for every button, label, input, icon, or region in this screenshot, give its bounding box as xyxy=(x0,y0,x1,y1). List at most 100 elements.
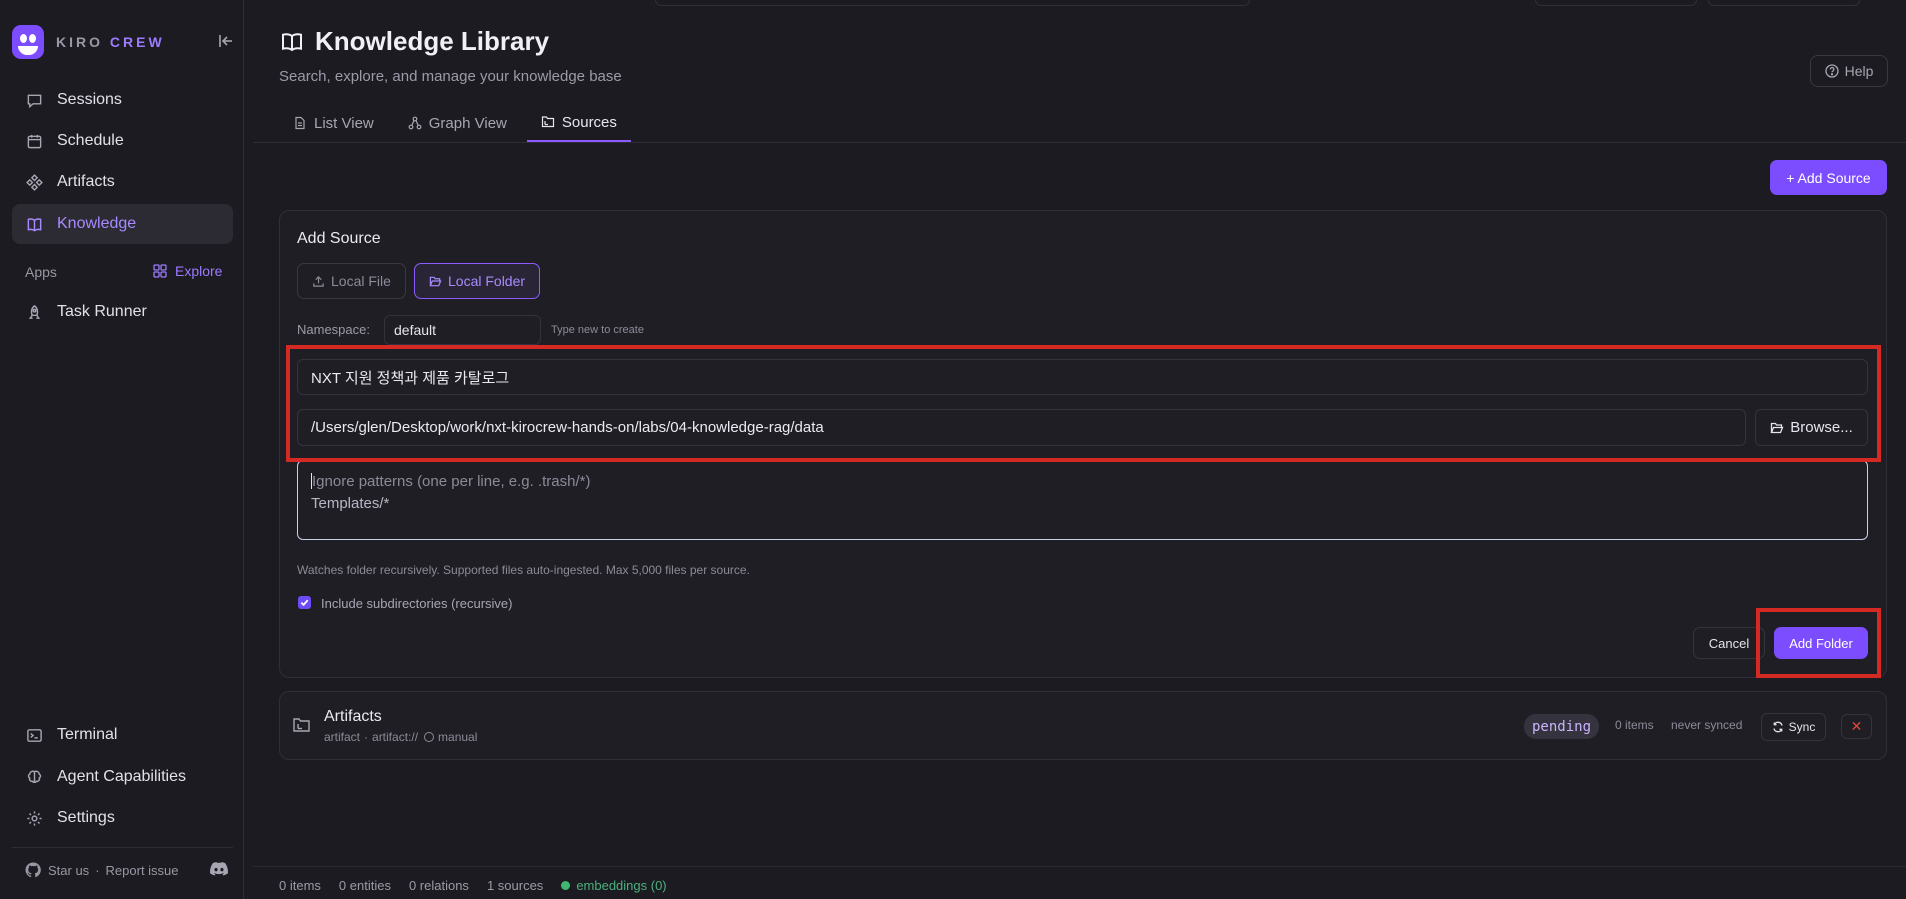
footer-separator: · xyxy=(95,862,100,878)
statusbar-divider xyxy=(253,866,1906,867)
source-type: artifact xyxy=(324,730,361,744)
logo-icon xyxy=(12,25,44,59)
collapse-sidebar-icon[interactable] xyxy=(216,31,236,51)
status-relations: 0 relations xyxy=(408,878,469,893)
help-circle-icon xyxy=(1824,64,1839,78)
namespace-input[interactable]: default xyxy=(384,315,541,345)
sidebar-item-label: Settings xyxy=(57,809,115,826)
sidebar: KIRO CREW Sessions Schedule Artifacts Kn… xyxy=(0,0,244,899)
local-file-option[interactable]: Local File xyxy=(297,263,406,299)
sidebar-item-label: Task Runner xyxy=(57,303,147,320)
calendar-icon xyxy=(26,133,43,150)
sidebar-item-label: Terminal xyxy=(57,726,118,743)
brand[interactable]: KIRO CREW xyxy=(12,22,165,62)
folder-tree-icon xyxy=(292,716,311,735)
include-subdirs-label[interactable]: Include subdirectories (recursive) xyxy=(321,596,512,611)
graph-icon xyxy=(408,116,422,130)
artifacts-icon xyxy=(26,173,43,191)
source-uri: artifact:// xyxy=(372,730,419,744)
explore-link[interactable]: Explore xyxy=(153,263,222,279)
add-source-title: Add Source xyxy=(297,230,381,247)
delete-source-button[interactable]: ✕ xyxy=(1841,714,1872,739)
sidebar-item-label: Schedule xyxy=(57,132,124,149)
github-icon xyxy=(25,862,41,878)
source-items-count: 0 items xyxy=(1615,718,1654,732)
ignore-value: Templates/* xyxy=(311,495,390,512)
brand-word-kiro: KIRO xyxy=(56,34,103,50)
help-button[interactable]: Help xyxy=(1810,55,1888,87)
help-label: Help xyxy=(1844,63,1874,79)
view-tabs: List View Graph View Sources xyxy=(279,104,637,142)
upload-icon xyxy=(313,275,324,287)
source-name: Artifacts xyxy=(324,708,382,725)
sidebar-footer: Star us · Report issue xyxy=(25,862,179,878)
highlight-box-fields xyxy=(286,345,1881,462)
sidebar-item-artifacts[interactable]: Artifacts xyxy=(12,162,233,202)
add-source-button[interactable]: + Add Source xyxy=(1770,160,1887,195)
folder-tree-icon xyxy=(541,116,554,128)
manual-mode-icon xyxy=(424,732,435,742)
gear-icon xyxy=(26,810,43,827)
status-bar: 0 items 0 entities 0 relations 1 sources… xyxy=(279,878,685,893)
sidebar-item-agent-capabilities[interactable]: Agent Capabilities xyxy=(12,757,233,797)
highlight-box-add-folder xyxy=(1756,608,1881,678)
namespace-hint: Type new to create xyxy=(551,324,644,336)
sidebar-item-sessions[interactable]: Sessions xyxy=(12,80,233,120)
sync-button[interactable]: Sync xyxy=(1761,713,1826,741)
page-title: Knowledge Library xyxy=(280,26,549,57)
top-control-edge xyxy=(1708,0,1860,6)
sidebar-item-terminal[interactable]: Terminal xyxy=(12,715,233,755)
brand-word-crew: CREW xyxy=(109,34,165,50)
sync-label: Sync xyxy=(1788,720,1816,734)
tab-label: Graph View xyxy=(428,114,507,132)
status-embeddings: embeddings (0) xyxy=(561,878,667,893)
ignore-patterns-textarea[interactable]: Ignore patterns (one per line, e.g. .tra… xyxy=(297,460,1868,540)
document-icon xyxy=(295,116,305,130)
apps-section-label: Apps xyxy=(25,264,57,280)
tab-graph-view[interactable]: Graph View xyxy=(394,104,521,142)
source-sync-status: never synced xyxy=(1671,718,1743,732)
include-subdirs-checkbox[interactable] xyxy=(298,596,311,609)
tab-label: List View xyxy=(314,114,374,132)
sidebar-item-task-runner[interactable]: Task Runner xyxy=(12,292,233,332)
terminal-icon xyxy=(26,727,43,744)
star-us-link[interactable]: Star us xyxy=(48,863,89,878)
tabs-divider xyxy=(253,142,1906,143)
sidebar-item-knowledge[interactable]: Knowledge xyxy=(12,204,233,244)
sidebar-item-label: Sessions xyxy=(57,91,122,108)
ignore-placeholder: Ignore patterns (one per line, e.g. .tra… xyxy=(312,473,591,490)
book-icon xyxy=(26,216,43,233)
local-folder-option[interactable]: Local Folder xyxy=(414,263,541,299)
rocket-icon xyxy=(26,304,43,321)
brand-name: KIRO CREW xyxy=(56,34,165,50)
grid-icon xyxy=(153,264,167,278)
status-dot-icon xyxy=(561,881,571,890)
status-sources: 1 sources xyxy=(486,878,544,893)
sidebar-item-schedule[interactable]: Schedule xyxy=(12,121,233,161)
status-entities: 0 entities xyxy=(338,878,391,893)
folder-open-icon xyxy=(429,276,442,286)
explore-label: Explore xyxy=(175,263,223,279)
watch-note: Watches folder recursively. Supported fi… xyxy=(297,563,750,577)
cancel-button[interactable]: Cancel xyxy=(1693,627,1765,659)
refresh-icon xyxy=(1773,721,1783,733)
sidebar-item-settings[interactable]: Settings xyxy=(12,798,233,838)
chat-icon xyxy=(26,92,43,109)
status-items: 0 items xyxy=(279,878,321,893)
tab-label: Sources xyxy=(561,113,617,131)
source-mode: manual xyxy=(438,730,478,744)
source-meta: artifact · artifact:// manual xyxy=(324,730,478,744)
discord-icon[interactable] xyxy=(210,862,228,878)
sidebar-item-label: Knowledge xyxy=(57,215,137,232)
app-window: KIRO CREW Sessions Schedule Artifacts Kn… xyxy=(0,0,1906,899)
sidebar-item-label: Agent Capabilities xyxy=(57,768,186,785)
tab-list-view[interactable]: List View xyxy=(279,104,388,142)
embeddings-label: embeddings (0) xyxy=(576,878,667,893)
namespace-label: Namespace: xyxy=(297,322,370,337)
report-issue-link[interactable]: Report issue xyxy=(106,863,179,878)
status-badge: pending xyxy=(1524,714,1600,739)
page-subtitle: Search, explore, and manage your knowled… xyxy=(279,68,622,85)
tab-sources[interactable]: Sources xyxy=(526,104,631,142)
brain-icon xyxy=(26,769,43,786)
sidebar-divider xyxy=(12,847,233,848)
